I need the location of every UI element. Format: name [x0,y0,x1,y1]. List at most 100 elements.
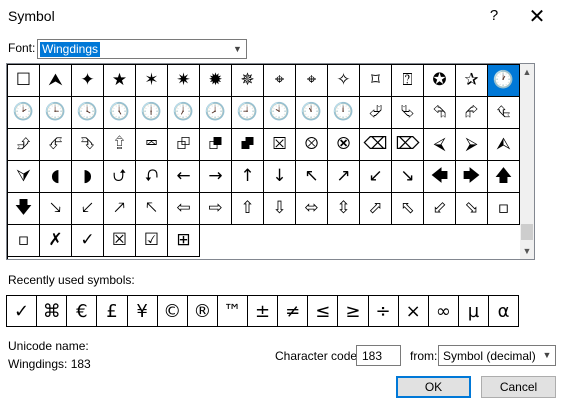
symbol-cell[interactable]: ⮙ [488,129,520,161]
symbol-cell[interactable]: ⮝ [40,65,72,97]
recent-symbol-cell[interactable]: ∞ [429,296,459,326]
symbol-cell[interactable]: ⮰ [360,97,392,129]
symbol-cell[interactable]: ⮿ [328,129,360,161]
symbol-cell[interactable]: ⮶ [40,129,72,161]
symbol-cell[interactable]: ⮴ [488,97,520,129]
cancel-button[interactable]: Cancel [481,376,556,398]
symbol-cell[interactable]: ⇦ [168,193,200,225]
symbol-cell[interactable]: ✹ [200,65,232,97]
symbol-cell[interactable]: ⌖ [264,65,296,97]
recent-symbol-cell[interactable]: £ [97,296,128,326]
symbol-cell[interactable]: ✰ [456,65,488,97]
recent-symbol-cell[interactable]: ≠ [278,296,309,326]
symbol-cell[interactable]: ✧ [328,65,360,97]
scroll-down-icon[interactable]: ▼ [520,243,534,259]
symbol-cell[interactable]: ⮍ [104,161,136,193]
symbol-cell[interactable]: 🕒 [40,97,72,129]
symbol-cell[interactable]: 🡔 [136,193,168,225]
symbol-cell[interactable]: 🡇 [8,193,40,225]
symbol-scrollbar[interactable]: ▲ ▼ [520,64,534,259]
symbol-cell[interactable]: ✗ [40,225,72,257]
symbol-cell[interactable]: ⮺ [168,129,200,161]
symbol-cell[interactable]: 🕙 [264,97,296,129]
chevron-down-icon[interactable]: ▼ [539,346,555,365]
symbol-cell[interactable]: ⬂ [456,193,488,225]
symbol-cell[interactable]: ⊞ [168,225,200,257]
symbol-cell[interactable]: ↑ [232,161,264,193]
symbol-cell[interactable]: ✶ [136,65,168,97]
symbol-cell[interactable]: ⮵ [8,129,40,161]
symbol-cell[interactable]: ⌑ [360,65,392,97]
symbol-cell[interactable]: ⍰ [392,65,424,97]
symbol-cell[interactable]: ↓ [264,161,296,193]
symbol-cell[interactable]: ⮳ [456,97,488,129]
symbol-cell[interactable]: ↗ [328,161,360,193]
recent-symbol-cell[interactable]: ÷ [369,296,399,326]
symbol-cell[interactable]: ⇧ [232,193,264,225]
close-button[interactable]: ✕ [517,3,557,29]
recent-symbol-cell[interactable]: € [67,296,98,326]
symbol-cell[interactable]: ⮏ [136,161,168,193]
symbol-cell[interactable]: ⇩ [264,193,296,225]
symbol-cell[interactable]: 🕖 [168,97,200,129]
symbol-cell[interactable]: ⌖ [296,65,328,97]
symbol-cell[interactable]: ★ [104,65,136,97]
recent-symbol-cell[interactable]: ® [188,296,218,326]
symbol-cell[interactable]: 🕚 [296,97,328,129]
symbol-cell[interactable]: ✷ [168,65,200,97]
symbol-cell[interactable]: ⮸ [104,129,136,161]
symbol-cell[interactable]: ⌦ [392,129,424,161]
symbol-cell[interactable]: ⮾ [296,129,328,161]
font-dropdown[interactable]: Wingdings ▼ [37,39,247,59]
symbol-cell[interactable]: ⬀ [360,193,392,225]
recent-symbol-cell[interactable]: ± [248,296,279,326]
from-dropdown[interactable]: Symbol (decimal) ▼ [438,345,556,366]
symbol-cell[interactable]: ← [168,161,200,193]
symbol-cell[interactable]: ▫ [8,225,40,257]
recent-symbol-cell[interactable]: © [158,296,188,326]
symbol-cell[interactable]: ▫ [488,193,520,225]
symbol-cell[interactable]: ↘ [392,161,424,193]
symbol-cell[interactable]: ⬄ [296,193,328,225]
symbol-cell[interactable]: 🕛 [328,97,360,129]
recent-symbol-cell[interactable]: ™ [218,296,248,326]
symbol-cell[interactable]: ✦ [72,65,104,97]
symbol-cell[interactable]: 🕔 [104,97,136,129]
recent-symbol-cell[interactable]: α [489,296,518,326]
symbol-cell[interactable]: 🕗 [200,97,232,129]
symbol-cell[interactable]: ⮽ [264,129,296,161]
symbol-cell[interactable]: 🡄 [424,161,456,193]
symbol-cell[interactable]: ☐ [8,65,40,97]
recent-symbol-cell[interactable]: ⌘ [37,296,68,326]
symbol-cell[interactable]: ⬃ [424,193,456,225]
symbol-cell[interactable]: 🕕 [136,97,168,129]
symbol-cell[interactable]: 🡅 [488,161,520,193]
symbol-cell[interactable]: ◖ [40,161,72,193]
recent-symbol-cell[interactable]: ≥ [338,296,369,326]
symbol-cell[interactable]: ⮹ [136,129,168,161]
symbol-cell[interactable]: ☑ [136,225,168,257]
symbol-cell[interactable]: → [200,161,232,193]
symbol-cell[interactable]: ☒ [104,225,136,257]
symbol-cell[interactable]: ◗ [72,161,104,193]
symbol-cell[interactable]: ⮻ [200,129,232,161]
recent-symbol-cell[interactable]: × [399,296,429,326]
symbol-cell[interactable]: ⮲ [424,97,456,129]
symbol-cell[interactable]: ⬁ [392,193,424,225]
symbol-cell[interactable]: ↖ [296,161,328,193]
symbol-cell[interactable]: 🡕 [104,193,136,225]
chevron-down-icon[interactable]: ▼ [229,40,246,58]
symbol-cell[interactable]: 🡗 [72,193,104,225]
symbol-cell[interactable]: ⮘ [424,129,456,161]
symbol-cell[interactable]: ⇳ [328,193,360,225]
symbol-cell[interactable]: ⮼ [232,129,264,161]
help-button[interactable]: ? [474,3,514,29]
symbol-cell[interactable]: ✪ [424,65,456,97]
recent-symbol-cell[interactable]: ¥ [128,296,158,326]
symbol-cell[interactable]: ⮱ [392,97,424,129]
recent-symbol-cell[interactable]: ≤ [308,296,339,326]
recent-symbol-cell[interactable]: ✓ [7,296,38,326]
symbol-cell[interactable]: ⮛ [8,161,40,193]
symbol-cell[interactable]: ⮚ [456,129,488,161]
character-code-input[interactable]: 183 [356,345,401,366]
